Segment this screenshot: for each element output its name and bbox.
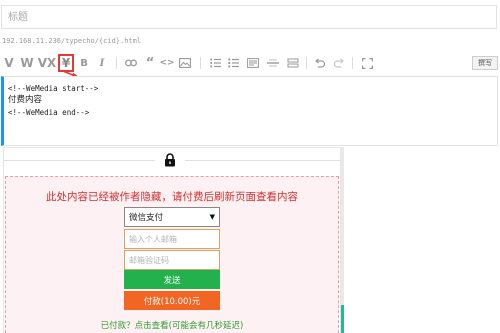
v-icon[interactable]: V xyxy=(4,52,14,74)
quote-icon[interactable]: “ xyxy=(144,52,156,74)
preview-side-strip xyxy=(341,305,344,333)
lock-icon xyxy=(155,150,185,170)
title-input[interactable] xyxy=(1,5,497,29)
payment-method-select[interactable]: 微信支付 ▼ xyxy=(124,207,220,227)
heading-icon[interactable] xyxy=(246,52,260,74)
editor-line-start-tag: <!--WeMedia start--> xyxy=(8,84,99,93)
code-icon[interactable]: <> xyxy=(159,52,174,74)
toolbar-divider xyxy=(306,57,307,69)
horizontal-rule-icon[interactable] xyxy=(266,52,280,74)
toolbar-divider xyxy=(200,57,201,69)
permalink-text: 192.168.11.236/typecho/{cid}.html xyxy=(2,37,142,45)
editor-line-end-tag: <!--WeMedia end--> xyxy=(8,108,90,117)
paid-check-link[interactable]: 已付款？点击查看(可能会有几秒延迟) xyxy=(5,319,339,331)
write-preview-button[interactable]: 撰写 xyxy=(472,56,498,70)
w-icon[interactable]: W xyxy=(20,52,34,74)
dropdown-caret-icon: ▼ xyxy=(209,213,215,221)
payment-method-value: 微信支付 xyxy=(129,213,164,223)
more-icon[interactable] xyxy=(286,52,300,74)
image-icon[interactable] xyxy=(178,52,192,74)
paywall-message: 此处内容已经被作者隐藏，请付费后刷新页面查看内容 xyxy=(46,191,298,203)
toolbar-divider xyxy=(352,57,353,69)
ordered-list-icon[interactable] xyxy=(208,52,222,74)
pay-button[interactable]: 付款(10.00)元 xyxy=(124,291,220,310)
editor-line-paid-content: 付费内容 xyxy=(8,95,43,105)
verification-code-input[interactable] xyxy=(124,250,220,270)
italic-icon[interactable]: I xyxy=(96,52,108,74)
toolbar-divider xyxy=(116,57,117,69)
markdown-editor[interactable]: <!--WeMedia start--> 付费内容 <!--WeMedia en… xyxy=(1,76,498,146)
redo-icon[interactable] xyxy=(332,52,346,74)
undo-icon[interactable] xyxy=(312,52,326,74)
email-input[interactable] xyxy=(124,229,220,249)
fullscreen-icon[interactable] xyxy=(360,52,374,74)
unordered-list-icon[interactable] xyxy=(226,52,240,74)
vx-icon[interactable]: VX xyxy=(38,52,57,74)
link-icon[interactable] xyxy=(124,52,138,74)
send-code-button[interactable]: 发送 xyxy=(124,270,220,289)
